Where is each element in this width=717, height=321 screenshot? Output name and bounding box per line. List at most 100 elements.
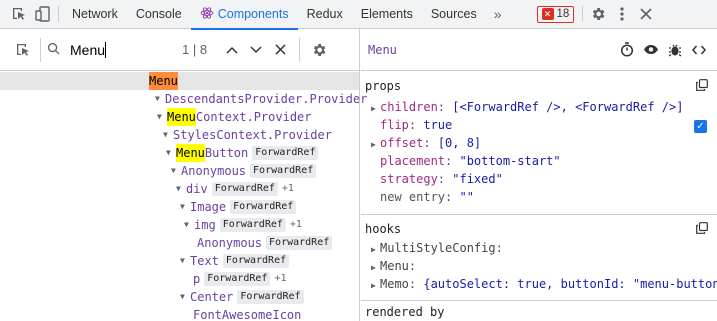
hook-row-multistyleconfig[interactable]: ▶ MultiStyleConfig:: [371, 239, 503, 259]
search-input[interactable]: Menu: [70, 42, 105, 58]
prop-row-placement[interactable]: placement: "bottom-start": [371, 152, 561, 170]
tree-row[interactable]: ▼ DescendantsProvider.Provider: [155, 90, 367, 108]
expand-arrow-icon[interactable]: ▼: [184, 216, 194, 234]
prop-value[interactable]: "bottom-start": [459, 154, 560, 168]
tab-elements[interactable]: Elements: [352, 0, 422, 29]
more-tabs-button[interactable]: »: [486, 6, 510, 22]
next-match-button[interactable]: [245, 39, 267, 61]
new-entry-key-input[interactable]: new entry: [380, 190, 445, 204]
tree-row-menu[interactable]: ▼ Menu: [0, 72, 359, 90]
hook-key: MultiStyleConfig: [380, 241, 496, 255]
clear-search-button[interactable]: [269, 39, 291, 61]
error-count-badge[interactable]: ✕ 18: [536, 5, 575, 23]
prop-value: [0, 8]: [437, 136, 482, 150]
tab-network[interactable]: Network: [63, 0, 127, 29]
tree-row[interactable]: ▼ div ForwardRef +1: [176, 180, 294, 198]
kebab-menu-icon[interactable]: [611, 3, 633, 25]
search-match-count: 1 | 8: [182, 42, 208, 57]
expand-arrow-icon[interactable]: ▼: [163, 126, 173, 144]
tab-components[interactable]: Components: [190, 0, 298, 30]
device-toolbar-icon[interactable]: [32, 3, 54, 25]
forwardref-badge: ForwardRef: [211, 182, 278, 196]
tree-row[interactable]: Anonymous ForwardRef: [197, 234, 333, 252]
tree-row[interactable]: ▼ StylesContext.Provider: [163, 126, 332, 144]
tree-row[interactable]: ▼ Center ForwardRef: [180, 288, 304, 306]
tree-row[interactable]: ▼ Image ForwardRef: [180, 198, 297, 216]
expand-arrow-icon[interactable]: ▼: [0, 72, 154, 90]
tree-node-name: StylesContext.Provider: [173, 128, 332, 142]
prop-row-offset[interactable]: ▶ offset: [0, 8]: [371, 134, 481, 154]
settings-gear-icon[interactable]: [587, 3, 609, 25]
expand-arrow-icon[interactable]: ▼: [180, 252, 190, 270]
tab-label: Sources: [430, 7, 477, 21]
toolbar-divider: [58, 6, 59, 22]
prop-key: offset: [380, 136, 424, 150]
inspect-element-icon[interactable]: [8, 3, 30, 25]
tab-sources[interactable]: Sources: [422, 0, 486, 29]
prop-value[interactable]: "fixed": [452, 172, 503, 186]
prop-colon: :: [437, 172, 453, 186]
suspend-timer-icon[interactable]: [617, 40, 637, 60]
hoc-count: +1: [281, 183, 294, 194]
new-entry-value-input[interactable]: "": [459, 190, 473, 204]
log-to-console-bug-icon[interactable]: [665, 40, 685, 60]
tab-console[interactable]: Console: [127, 0, 191, 29]
inspect-dom-eye-icon[interactable]: [641, 40, 661, 60]
tab-label: Elements: [360, 7, 413, 21]
tree-row[interactable]: p ForwardRef +1: [193, 270, 287, 288]
tab-label: Network: [72, 7, 118, 21]
section-divider: [361, 300, 717, 301]
rendered-by-section: rendered by: [361, 305, 717, 319]
prop-row-flip[interactable]: flip: true: [371, 116, 452, 134]
hook-row-memo[interactable]: ▶ Memo: {autoSelect: true, buttonId: "men…: [371, 275, 717, 295]
tree-node-name: Center: [190, 290, 234, 304]
search-icon: [47, 42, 60, 58]
tab-label: Console: [135, 7, 182, 21]
hoc-count: +1: [289, 219, 302, 230]
tree-node-name: Button: [204, 146, 249, 160]
expand-arrow-icon[interactable]: ▼: [157, 108, 167, 126]
close-devtools-icon[interactable]: [635, 3, 657, 25]
hook-row-menu[interactable]: ▶ Menu:: [371, 257, 416, 277]
tree-row[interactable]: FontAwesomeIcon: [193, 306, 301, 321]
inspector-header: Menu: [361, 29, 717, 71]
tree-node-name: Menu: [149, 72, 178, 90]
prop-colon: :: [423, 136, 438, 150]
flip-checkbox[interactable]: ✓: [694, 120, 707, 133]
tree-node-name-match: Menu: [176, 144, 205, 162]
expand-arrow-icon[interactable]: ▼: [171, 162, 181, 180]
select-element-icon[interactable]: [12, 39, 34, 61]
forwardref-badge: ForwardRef: [250, 164, 317, 178]
tree-node-name: FontAwesomeIcon: [193, 308, 302, 321]
expand-arrow-icon[interactable]: ▼: [166, 144, 176, 162]
expand-arrow-icon[interactable]: ▶: [371, 277, 380, 295]
copy-hooks-icon[interactable]: [696, 222, 708, 237]
view-source-code-icon[interactable]: [689, 40, 709, 60]
tree-row[interactable]: ▼ Anonymous ForwardRef: [171, 162, 317, 180]
prop-row-children[interactable]: ▶ children: [<ForwardRef />, <ForwardRef …: [371, 98, 683, 118]
prop-row-new-entry[interactable]: new entry: "": [371, 188, 474, 206]
section-divider: [361, 214, 717, 215]
previous-match-button[interactable]: [221, 39, 243, 61]
tree-row[interactable]: ▼ Menu Context.Provider: [157, 108, 312, 126]
prop-row-strategy[interactable]: strategy: "fixed": [371, 170, 503, 188]
tree-node-name: Anonymous: [181, 164, 247, 178]
copy-props-icon[interactable]: [696, 79, 708, 94]
forwardref-badge: ForwardRef: [219, 218, 286, 232]
tree-row[interactable]: ▼ img ForwardRef +1: [184, 216, 302, 234]
forwardref-badge: ForwardRef: [252, 146, 319, 160]
tab-redux[interactable]: Redux: [298, 0, 352, 29]
expand-arrow-icon[interactable]: ▼: [155, 90, 165, 108]
expand-arrow-icon[interactable]: ▼: [180, 198, 190, 216]
tree-row[interactable]: ▼ Menu Button ForwardRef: [166, 144, 319, 162]
forwardref-badge: ForwardRef: [230, 200, 297, 214]
prop-key: children: [380, 100, 438, 114]
tree-node-name: Anonymous: [197, 236, 263, 250]
hook-value: {autoSelect: true, buttonId: "menu-butto…: [423, 277, 717, 291]
expand-arrow-icon[interactable]: ▼: [176, 180, 186, 198]
component-settings-gear-icon[interactable]: [308, 39, 330, 61]
prop-value[interactable]: true: [423, 118, 452, 132]
prop-key: placement: [380, 154, 446, 168]
tree-row[interactable]: ▼ Text ForwardRef: [180, 252, 290, 270]
expand-arrow-icon[interactable]: ▼: [180, 288, 190, 306]
